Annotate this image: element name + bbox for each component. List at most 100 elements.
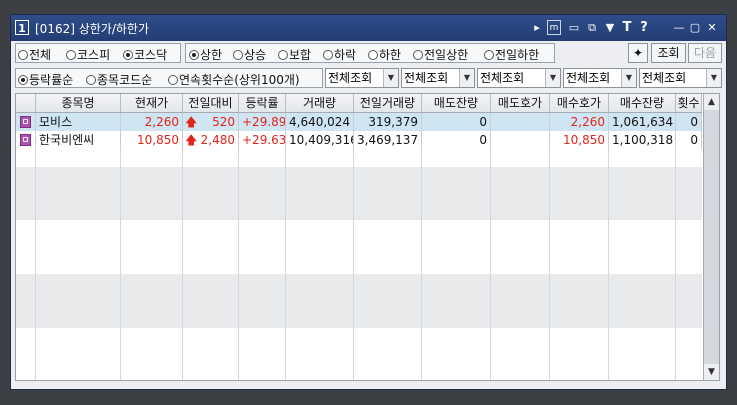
radio-market-kosdaq[interactable]: 코스닥: [123, 46, 167, 63]
cell-rate: +29.63: [239, 131, 286, 149]
radio-sort-rate[interactable]: 등락률순: [18, 71, 73, 88]
radio-sort-streak[interactable]: 연속횟수순(상위100개): [168, 71, 300, 88]
duplicate-icon[interactable]: ⧉: [585, 20, 599, 35]
cell-price: 2,260: [121, 113, 183, 131]
header-prev-volume[interactable]: 전일거래량: [354, 94, 422, 112]
font-icon[interactable]: T: [620, 20, 634, 35]
header-bid-qty[interactable]: 매수잔량: [609, 94, 676, 112]
minimize-icon[interactable]: —: [672, 20, 686, 35]
radio-sort-code[interactable]: 종목코드순: [86, 71, 152, 88]
query-button[interactable]: 조회: [651, 43, 686, 63]
select-4[interactable]: 전체조회 ▼: [563, 68, 637, 88]
cell-bid-qty: 1,100,318: [609, 131, 676, 149]
price-filter-group: 상한 상승 보합 하락 하한 전일상한 전일하한: [185, 43, 555, 63]
select-3[interactable]: 전체조회 ▼: [477, 68, 561, 88]
radio-dot: [66, 50, 76, 60]
chevron-down-icon: ▼: [545, 69, 560, 87]
vertical-scrollbar[interactable]: ▲ ▼: [703, 94, 719, 380]
radio-dot: [323, 50, 333, 60]
radio-dot: [86, 75, 96, 85]
header-count[interactable]: 횟수: [676, 94, 702, 112]
settings-button[interactable]: ✦: [628, 43, 648, 63]
header-rate[interactable]: 등락률: [239, 94, 286, 112]
radio-dot: [233, 50, 243, 60]
table-row[interactable]: 한국비엔씨 10,850 🡅 2,480 +29.63 10,409,316 3,…: [16, 131, 702, 149]
header-bid-price[interactable]: 매수호가: [550, 94, 609, 112]
cell-ask-price: [491, 113, 550, 131]
cell-count: 0: [676, 113, 702, 131]
title-bar[interactable]: 1 [0162] 상한가/하한가 ▸ m ▭ ⧉ ▼ T ? — ▢ ✕: [11, 15, 726, 41]
radio-dot-selected: [18, 75, 28, 85]
row-band: [16, 167, 702, 220]
header-ask-price[interactable]: 매도호가: [491, 94, 550, 112]
settings-icon: ✦: [632, 46, 644, 60]
help-icon[interactable]: ?: [637, 20, 651, 35]
select-1[interactable]: 전체조회 ▼: [325, 68, 399, 88]
header-icon-col: [16, 94, 36, 112]
pin-icon[interactable]: ▼: [603, 20, 617, 35]
maximize-icon[interactable]: ▢: [688, 20, 702, 35]
cell-volume: 10,409,316: [286, 131, 354, 149]
cell-name[interactable]: 한국비엔씨: [36, 131, 121, 149]
radio-dot: [168, 75, 178, 85]
header-ask-qty[interactable]: 매도잔량: [422, 94, 491, 112]
cell-bid-qty: 1,061,634: [609, 113, 676, 131]
radio-dot: [18, 50, 28, 60]
table-header: 종목명 현재가 전일대비 등락률 거래량 전일거래량 매도잔량 매도호가 매수호…: [16, 94, 702, 113]
cell-ask-qty: 0: [422, 113, 491, 131]
header-price[interactable]: 현재가: [121, 94, 183, 112]
cell-change: 🡅 2,480: [183, 131, 239, 149]
radio-dot-selected: [123, 50, 133, 60]
sort-group: 등락률순 종목코드순 연속횟수순(상위100개): [15, 68, 323, 88]
header-volume[interactable]: 거래량: [286, 94, 354, 112]
window-icon[interactable]: ▭: [567, 20, 581, 35]
cell-ask-price: [491, 131, 550, 149]
window-title: [0162] 상한가/하한가: [35, 22, 150, 36]
stock-badge-icon[interactable]: [20, 134, 31, 146]
cell-bid-price: 10,850: [550, 131, 609, 149]
cell-price: 10,850: [121, 131, 183, 149]
radio-prev-upper-limit[interactable]: 전일상한: [413, 46, 468, 63]
radio-rise[interactable]: 상승: [233, 46, 266, 63]
radio-market-kospi[interactable]: 코스피: [66, 46, 110, 63]
row-band: [16, 274, 702, 328]
header-name[interactable]: 종목명: [36, 94, 121, 112]
cell-prev-volume: 319,379: [354, 113, 422, 131]
cell-bid-price: 2,260: [550, 113, 609, 131]
select-2[interactable]: 전체조회 ▼: [401, 68, 475, 88]
radio-prev-lower-limit[interactable]: 전일하한: [484, 46, 539, 63]
window-number[interactable]: 1: [15, 20, 29, 35]
cell-volume: 4,640,024: [286, 113, 354, 131]
scroll-up-icon[interactable]: ▲: [704, 94, 719, 110]
play-icon[interactable]: ▸: [530, 20, 544, 35]
radio-dot: [413, 50, 423, 60]
radio-dot: [278, 50, 288, 60]
cell-prev-volume: 3,469,137: [354, 131, 422, 149]
memo-icon[interactable]: m: [547, 20, 561, 35]
next-button[interactable]: 다음: [688, 43, 722, 63]
close-icon[interactable]: ✕: [705, 20, 719, 35]
chevron-down-icon: ▼: [383, 69, 398, 87]
header-change[interactable]: 전일대비: [183, 94, 239, 112]
cell-name[interactable]: 모비스: [36, 113, 121, 131]
window: 1 [0162] 상한가/하한가 ▸ m ▭ ⧉ ▼ T ? — ▢ ✕ 전체 …: [10, 14, 727, 390]
radio-unchanged[interactable]: 보합: [278, 46, 311, 63]
scroll-down-icon[interactable]: ▼: [704, 364, 719, 380]
market-filter-group: 전체 코스피 코스닥: [15, 43, 181, 63]
radio-upper-limit[interactable]: 상한: [189, 46, 222, 63]
chevron-down-icon: ▼: [706, 69, 721, 87]
table-row[interactable]: 모비스 2,260 🡅 520 +29.89 4,640,024 319,379 …: [16, 113, 702, 131]
cell-change: 🡅 520: [183, 113, 239, 131]
select-5[interactable]: 전체조회 ▼: [639, 68, 722, 88]
chevron-down-icon: ▼: [621, 69, 636, 87]
cell-count: 0: [676, 131, 702, 149]
chevron-down-icon: ▼: [459, 69, 474, 87]
radio-dot-selected: [189, 50, 199, 60]
cell-rate: +29.89: [239, 113, 286, 131]
stock-table: 종목명 현재가 전일대비 등락률 거래량 전일거래량 매도잔량 매도호가 매수호…: [15, 93, 720, 381]
stock-badge-icon[interactable]: [20, 116, 31, 128]
radio-dot: [484, 50, 494, 60]
radio-market-all[interactable]: 전체: [18, 46, 51, 63]
radio-lower-limit[interactable]: 하한: [368, 46, 401, 63]
radio-fall[interactable]: 하락: [323, 46, 356, 63]
